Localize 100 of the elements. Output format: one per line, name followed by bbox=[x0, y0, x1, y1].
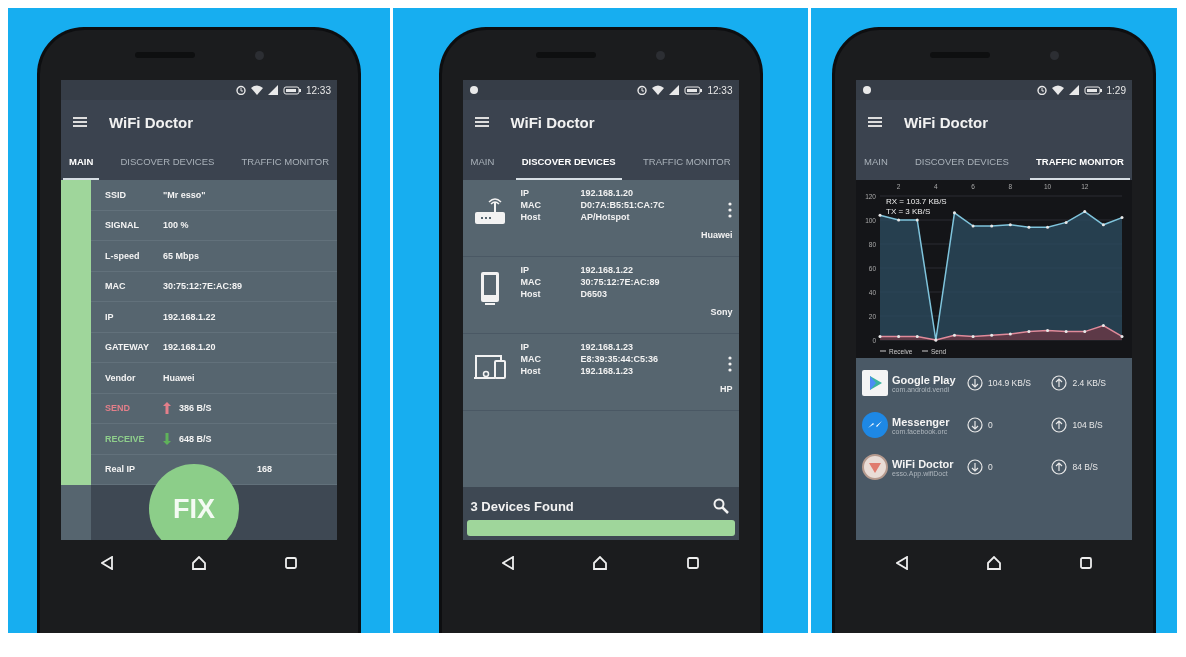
menu-icon[interactable] bbox=[868, 116, 882, 128]
row-label: GATEWAY bbox=[105, 342, 150, 353]
app-title: WiFi Doctor bbox=[109, 113, 194, 131]
field-label: IP bbox=[520, 342, 530, 352]
field-value: D0:7A:B5:51:CA:7C bbox=[580, 200, 666, 210]
row-label: MAC bbox=[105, 281, 127, 292]
row-value: 168 bbox=[257, 464, 273, 475]
tab[interactable]: MAIN bbox=[858, 144, 894, 180]
notification-icon bbox=[862, 85, 872, 95]
up-arrow-icon bbox=[163, 402, 171, 415]
row-label: IP bbox=[105, 311, 115, 322]
home-icon[interactable] bbox=[593, 555, 608, 570]
row-value: 648 B/S bbox=[179, 433, 212, 444]
recents-icon[interactable] bbox=[686, 556, 699, 569]
more-options-icon[interactable] bbox=[726, 202, 733, 218]
row-label: Real IP bbox=[105, 464, 136, 475]
back-icon[interactable] bbox=[895, 555, 908, 570]
device-card[interactable]: IP 192.168.1.22 MAC 30:75:12:7E:AC:89 Host D6503 Sony bbox=[462, 257, 739, 334]
field-label: MAC bbox=[520, 277, 542, 287]
upload-icon bbox=[1051, 375, 1068, 391]
row-value: 30:75:12:7E:AC:89 bbox=[163, 281, 243, 292]
device-vendor: Sony bbox=[710, 307, 733, 317]
device-card[interactable]: IP 192.168.1.20 MAC D0:7A:B5:51:CA:7C Host AP/Hotspot Huawei bbox=[462, 180, 739, 257]
more-options-icon[interactable] bbox=[726, 356, 733, 372]
device-vendor: HP bbox=[720, 384, 733, 394]
download-rate: 0 bbox=[987, 420, 994, 430]
signal-icon bbox=[1068, 85, 1079, 95]
field-value: 192.168.1.23 bbox=[580, 366, 635, 376]
upload-rate: 84 B/S bbox=[1072, 462, 1099, 472]
device-vendor: Huawei bbox=[701, 230, 733, 240]
tab[interactable]: TRAFFIC MONITOR bbox=[637, 144, 737, 180]
chat-bubble-icon bbox=[862, 412, 888, 438]
field-label: Host bbox=[520, 289, 542, 299]
upload-rate: 2.4 KB/S bbox=[1072, 378, 1108, 388]
upload-rate: 104 B/S bbox=[1072, 420, 1104, 430]
alarm-icon bbox=[235, 85, 246, 95]
field-value: 192.168.1.22 bbox=[580, 265, 635, 275]
upload-icon bbox=[1051, 459, 1068, 475]
row-value: 192.168.1.20 bbox=[163, 342, 216, 353]
tab[interactable]: DISCOVER DEVICES bbox=[908, 144, 1015, 180]
tab[interactable]: DISCOVER DEVICES bbox=[515, 144, 622, 180]
wifi-icon bbox=[652, 85, 665, 95]
field-label: Host bbox=[520, 366, 542, 376]
download-rate: 0 bbox=[987, 462, 994, 472]
row-value: 386 B/S bbox=[179, 403, 212, 414]
status-time: 1:29 bbox=[1106, 84, 1126, 96]
upload-icon bbox=[1051, 417, 1068, 433]
search-icon[interactable] bbox=[712, 498, 729, 514]
app-name: Messenger bbox=[892, 415, 951, 428]
tab[interactable]: MAIN bbox=[464, 144, 501, 180]
alarm-icon bbox=[637, 85, 648, 95]
row-label: L-speed bbox=[105, 250, 141, 261]
row-value: 100 % bbox=[163, 220, 189, 231]
row-value: Huawei bbox=[163, 372, 195, 383]
row-label: SIGNAL bbox=[105, 220, 140, 231]
home-icon[interactable] bbox=[192, 555, 206, 570]
battery-icon bbox=[282, 85, 301, 95]
row-value: 65 Mbps bbox=[163, 250, 199, 261]
app-title: WiFi Doctor bbox=[904, 113, 989, 131]
field-label: IP bbox=[520, 265, 530, 275]
wifi-icon bbox=[1051, 85, 1064, 95]
download-icon bbox=[966, 417, 983, 433]
tab[interactable]: DISCOVER DEVICES bbox=[114, 144, 221, 180]
recents-icon[interactable] bbox=[285, 556, 298, 569]
home-icon[interactable] bbox=[987, 555, 1001, 570]
row-label: SEND bbox=[105, 403, 131, 414]
download-icon bbox=[966, 459, 983, 475]
field-value: AP/Hotspot bbox=[580, 212, 631, 222]
row-label: RECEIVE bbox=[105, 433, 146, 444]
menu-icon[interactable] bbox=[73, 116, 87, 128]
devices-found-text: 3 Devices Found bbox=[470, 498, 574, 514]
field-value: 192.168.1.23 bbox=[580, 342, 635, 352]
field-label: Host bbox=[520, 212, 542, 222]
signal-icon bbox=[669, 85, 680, 95]
app-title: WiFi Doctor bbox=[510, 113, 595, 131]
status-time: 12:33 bbox=[305, 84, 331, 96]
play-store-icon bbox=[862, 370, 888, 396]
wifi-icon bbox=[250, 85, 263, 95]
row-label: Vendor bbox=[105, 372, 137, 383]
chart-annotation: TX = 3 KB/S bbox=[886, 207, 931, 216]
field-label: MAC bbox=[520, 200, 542, 210]
status-time: 12:33 bbox=[707, 84, 733, 96]
device-card[interactable]: IP 192.168.1.23 MAC E8:39:35:44:C5:36 Host 192.168.1.23 HP bbox=[462, 334, 739, 411]
download-rate: 104.9 KB/S bbox=[987, 378, 1032, 388]
app-icon bbox=[862, 454, 888, 480]
chart-annotation: RX = 103.7 KB/S bbox=[886, 197, 947, 206]
battery-icon bbox=[1083, 85, 1102, 95]
download-icon bbox=[966, 375, 983, 391]
notification-icon bbox=[468, 85, 479, 95]
field-label: MAC bbox=[520, 354, 542, 364]
alarm-icon bbox=[1036, 85, 1047, 95]
field-value: E8:39:35:44:C5:36 bbox=[580, 354, 660, 364]
menu-icon[interactable] bbox=[474, 116, 489, 128]
recents-icon[interactable] bbox=[1080, 556, 1093, 569]
back-icon[interactable] bbox=[502, 555, 515, 570]
field-value: 30:75:12:7E:AC:89 bbox=[580, 277, 661, 287]
back-icon[interactable] bbox=[100, 555, 113, 570]
field-label: IP bbox=[520, 188, 530, 198]
tab[interactable]: TRAFFIC MONITOR bbox=[235, 144, 335, 180]
field-value: 192.168.1.20 bbox=[580, 188, 635, 198]
